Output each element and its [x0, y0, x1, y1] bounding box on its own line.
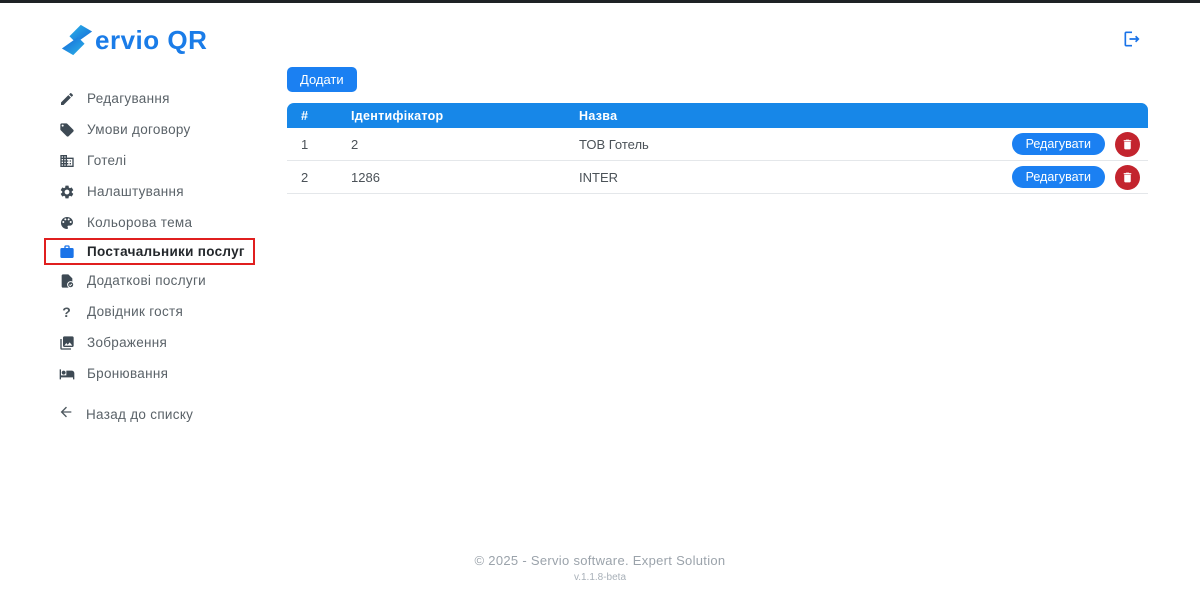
cell-number: 1	[287, 137, 351, 152]
edit-button[interactable]: Редагувати	[1012, 166, 1105, 188]
header-number: #	[287, 109, 351, 123]
servio-qr-logo[interactable]: ervio QR	[60, 23, 207, 57]
sidebar-item[interactable]: Готелі	[44, 145, 136, 176]
logout-icon	[1122, 29, 1142, 49]
table-row: 2 1286 INTER Редагувати	[287, 161, 1148, 194]
trash-icon	[1121, 138, 1134, 151]
sidebar-item-label: Кольорова тема	[87, 215, 192, 230]
sidebar-item[interactable]: ? Довідник гостя	[44, 296, 193, 327]
delete-button[interactable]	[1115, 165, 1140, 190]
topbar: ervio QR	[0, 3, 1200, 65]
sidebar-item[interactable]: Редагування	[44, 83, 180, 114]
cell-identifier: 1286	[351, 170, 579, 185]
back-to-list-label: Назад до списку	[86, 407, 193, 422]
gear-icon	[58, 183, 75, 200]
logo-mark-icon	[60, 23, 94, 57]
sidebar-item-label: Бронювання	[87, 366, 168, 381]
building-icon	[58, 152, 75, 169]
logout-button[interactable]	[1122, 29, 1142, 52]
edit-button[interactable]: Редагувати	[1012, 133, 1105, 155]
providers-table: # Ідентифікатор Назва 1 2 ТОВ Готель Ред…	[287, 103, 1148, 194]
table-header-row: # Ідентифікатор Назва	[287, 103, 1148, 128]
cell-name: ТОВ Готель	[579, 137, 958, 152]
header-name: Назва	[579, 109, 958, 123]
images-icon	[58, 334, 75, 351]
services-icon	[58, 272, 75, 289]
tag-icon	[58, 121, 75, 138]
version-text: v.1.1.8-beta	[0, 572, 1200, 583]
app-root: ervio QR Редагування Умови договору Готе…	[0, 0, 1200, 591]
sidebar-item-label: Зображення	[87, 335, 167, 350]
sidebar-item-label: Редагування	[87, 91, 170, 106]
question-icon: ?	[58, 303, 75, 320]
sidebar-item[interactable]: Додаткові послуги	[44, 265, 216, 296]
trash-icon	[1121, 171, 1134, 184]
table-body: 1 2 ТОВ Готель Редагувати 2 1286 INTER Р…	[287, 128, 1148, 194]
sidebar-item-label: Налаштування	[87, 184, 184, 199]
sidebar-item-label: Постачальники послуг	[87, 244, 245, 259]
sidebar-item[interactable]: Умови договору	[44, 114, 201, 145]
cell-name: INTER	[579, 170, 958, 185]
cell-number: 2	[287, 170, 351, 185]
briefcase-icon	[58, 243, 75, 260]
sidebar-item-label: Додаткові послуги	[87, 273, 206, 288]
header-identifier: Ідентифікатор	[351, 109, 579, 123]
delete-button[interactable]	[1115, 132, 1140, 157]
footer: © 2025 - Servio software. Expert Solutio…	[0, 553, 1200, 583]
sidebar-item-label: Умови договору	[87, 122, 191, 137]
pencil-icon	[58, 90, 75, 107]
sidebar-item[interactable]: Зображення	[44, 327, 177, 358]
sidebar-item[interactable]: Налаштування	[44, 176, 194, 207]
main-content: Додати # Ідентифікатор Назва 1 2 ТОВ Гот…	[287, 67, 1148, 194]
back-arrow-icon	[58, 404, 74, 425]
sidebar-item-back-to-list[interactable]: Назад до списку	[44, 399, 203, 430]
sidebar-item-label: Довідник гостя	[87, 304, 183, 319]
add-button[interactable]: Додати	[287, 67, 357, 92]
palette-icon	[58, 214, 75, 231]
sidebar-item[interactable]: Кольорова тема	[44, 207, 202, 238]
logo-text: ervio QR	[95, 25, 207, 56]
copyright-text: © 2025 - Servio software. Expert Solutio…	[0, 553, 1200, 568]
sidebar: Редагування Умови договору Готелі Налашт…	[0, 83, 287, 430]
sidebar-menu: Редагування Умови договору Готелі Налашт…	[0, 83, 287, 389]
cell-identifier: 2	[351, 137, 579, 152]
sidebar-item[interactable]: Бронювання	[44, 358, 178, 389]
sidebar-item-active[interactable]: Постачальники послуг	[44, 238, 255, 265]
table-row: 1 2 ТОВ Готель Редагувати	[287, 128, 1148, 161]
sidebar-item-label: Готелі	[87, 153, 126, 168]
bed-icon	[58, 365, 75, 382]
